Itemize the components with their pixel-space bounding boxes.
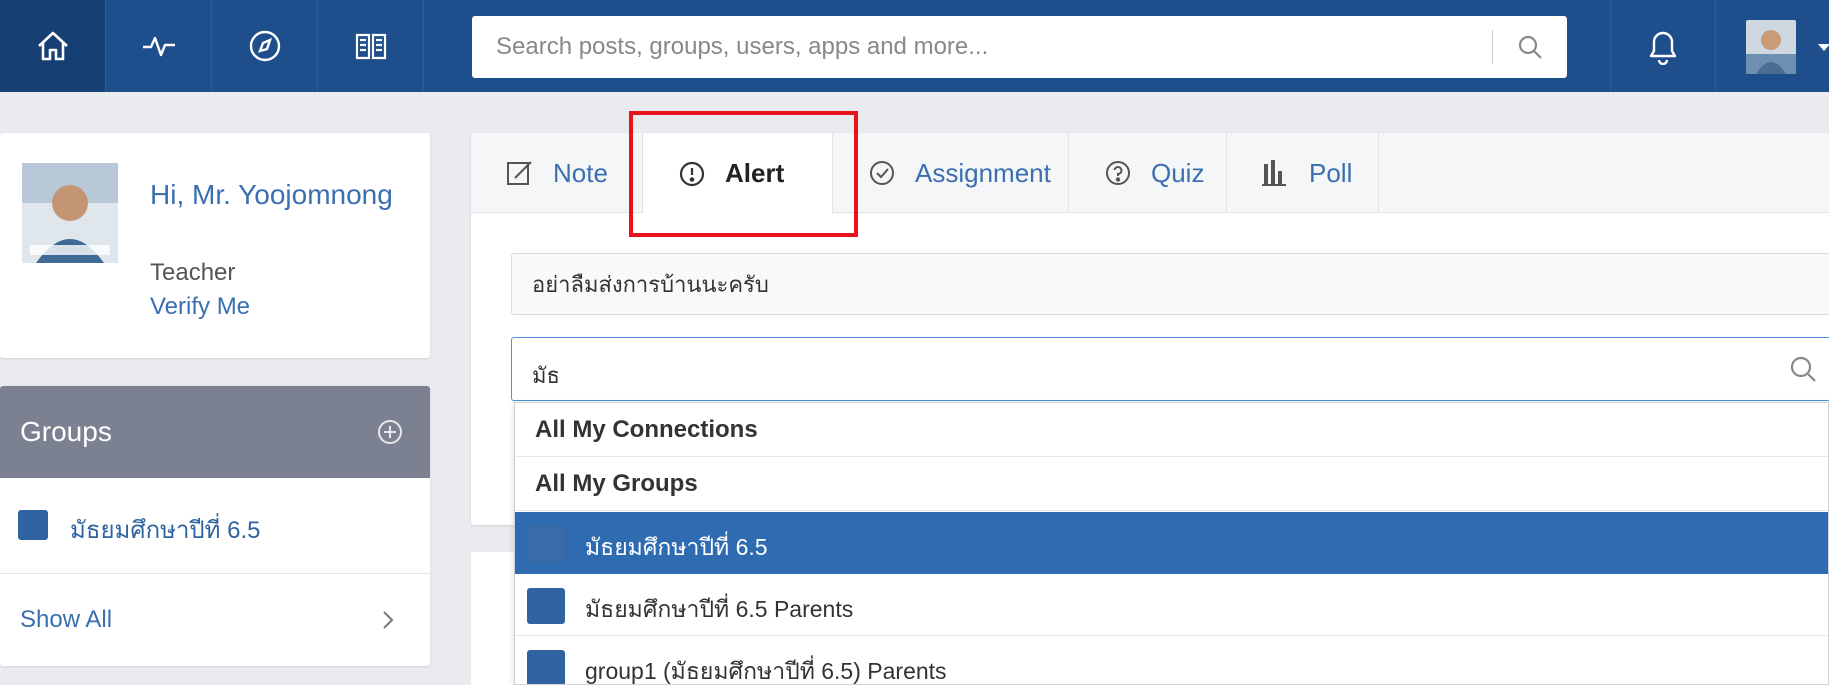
global-search-input[interactable] — [472, 16, 1492, 78]
alert-message-text: อย่าลืมส่งการบ้านนะครับ — [532, 271, 769, 297]
library-button[interactable] — [318, 0, 424, 92]
profile-role: Teacher — [150, 259, 236, 286]
dropdown-group-item[interactable]: group1 (มัธยมศึกษาปีที่ 6.5) Parents — [515, 636, 1828, 684]
alert-message-input[interactable]: อย่าลืมส่งการบ้านนะครับ — [511, 253, 1829, 315]
tab-note[interactable]: Note — [471, 133, 643, 213]
user-avatar[interactable] — [1746, 20, 1796, 74]
home-button[interactable] — [0, 0, 106, 92]
discover-button[interactable] — [212, 0, 318, 92]
assignment-icon — [870, 161, 894, 185]
dropdown-group-label: มัธยมศึกษาปีที่ 6.5 — [585, 534, 768, 560]
activity-button[interactable] — [106, 0, 212, 92]
bell-icon — [1649, 31, 1677, 65]
groups-title: Groups — [20, 416, 112, 447]
sidebar-group-label: มัธยมศึกษาปีที่ 6.5 — [70, 517, 261, 544]
profile-card: Hi, Mr. Yoojomnong Teacher Verify Me — [0, 133, 430, 358]
group-color-swatch — [527, 526, 565, 562]
dropdown-all-connections[interactable]: All My Connections — [515, 403, 1828, 457]
home-icon — [37, 31, 68, 61]
dropdown-all-groups[interactable]: All My Groups — [515, 457, 1828, 511]
note-icon — [507, 161, 532, 185]
group-color-swatch — [527, 650, 565, 684]
recipient-search-text: มัธ — [532, 363, 560, 388]
search-button[interactable] — [1493, 16, 1567, 78]
poll-icon — [1262, 160, 1286, 186]
recipient-search-input[interactable]: มัธ — [511, 337, 1829, 401]
discover-icon — [249, 30, 280, 62]
quiz-icon — [1106, 161, 1130, 185]
tab-quiz-label: Quiz — [1151, 157, 1205, 188]
search-icon — [1790, 356, 1816, 382]
account-menu-caret-icon[interactable] — [1818, 44, 1829, 51]
sidebar-group-item[interactable]: มัธยมศึกษาปีที่ 6.5 — [0, 478, 430, 574]
recipient-suggestions-dropdown: All My Connections All My Groups มัธยมศึ… — [514, 402, 1829, 685]
all-groups-label: All My Groups — [535, 469, 698, 497]
notifications-button[interactable] — [1610, 0, 1716, 92]
chevron-right-icon — [383, 611, 394, 629]
profile-photo[interactable] — [22, 163, 118, 263]
alert-tab-highlight — [629, 111, 858, 237]
tab-quiz[interactable]: Quiz — [1069, 133, 1227, 213]
tab-assignment[interactable]: Assignment — [833, 133, 1069, 213]
groups-card: Groups มัธยมศึกษาปีที่ 6.5 Show All — [0, 386, 430, 666]
library-icon — [355, 33, 386, 60]
search-icon — [1518, 35, 1542, 59]
global-search — [472, 16, 1567, 78]
activity-icon — [142, 36, 175, 57]
group-color-swatch — [18, 510, 48, 540]
show-all-groups[interactable]: Show All — [0, 574, 430, 666]
add-group-icon[interactable] — [374, 416, 406, 448]
tab-assignment-label: Assignment — [915, 157, 1051, 188]
top-navigation-bar — [0, 0, 1829, 92]
profile-greeting[interactable]: Hi, Mr. Yoojomnong — [150, 173, 410, 217]
all-connections-label: All My Connections — [535, 415, 758, 443]
groups-header: Groups — [0, 386, 430, 478]
group-color-swatch — [527, 588, 565, 624]
verify-me-link[interactable]: Verify Me — [150, 293, 250, 321]
show-all-label: Show All — [20, 606, 113, 633]
tab-poll[interactable]: Poll — [1227, 133, 1379, 213]
dropdown-group-item[interactable]: มัธยมศึกษาปีที่ 6.5 Parents — [515, 574, 1828, 636]
tab-note-label: Note — [553, 157, 608, 188]
dropdown-group-label: มัธยมศึกษาปีที่ 6.5 Parents — [585, 596, 854, 622]
dropdown-group-item[interactable]: มัธยมศึกษาปีที่ 6.5 — [515, 512, 1828, 574]
dropdown-group-label: group1 (มัธยมศึกษาปีที่ 6.5) Parents — [585, 658, 947, 684]
tab-poll-label: Poll — [1309, 157, 1353, 188]
